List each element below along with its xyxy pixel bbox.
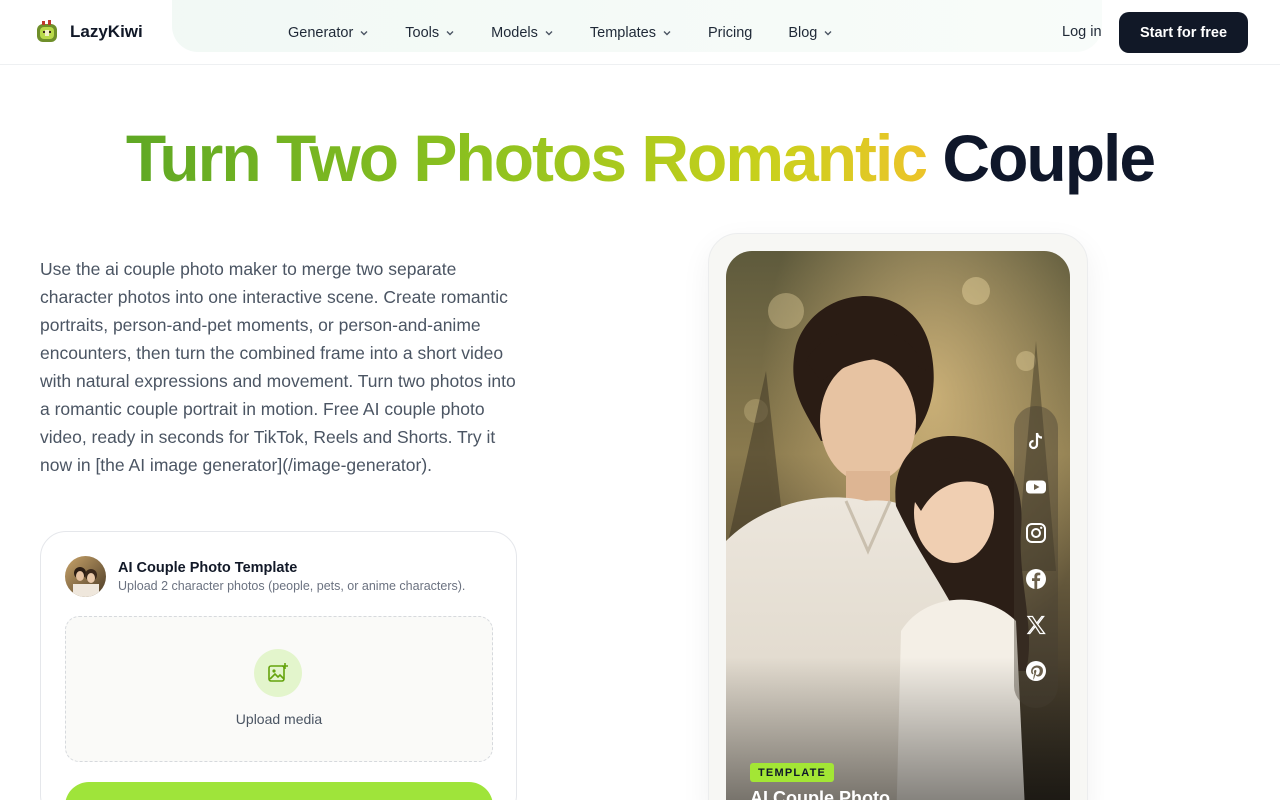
chevron-down-icon [824, 31, 832, 36]
start-free-button[interactable]: Start for free [1119, 12, 1248, 53]
upload-dropzone[interactable]: Upload media [65, 616, 493, 762]
template-badge: TEMPLATE [750, 763, 835, 782]
kiwi-logo-icon [37, 20, 57, 42]
x-icon[interactable] [1025, 614, 1047, 636]
template-card: AI Couple Photo Template Upload 2 charac… [40, 531, 517, 800]
nav-generator[interactable]: Generator [288, 22, 369, 44]
hero-description: Use the ai couple photo maker to merge t… [40, 259, 516, 475]
chevron-down-icon [446, 31, 454, 36]
main-nav: Generator Tools Models Templates Pricing… [288, 22, 869, 44]
pinterest-icon[interactable] [1025, 660, 1047, 682]
image-upload-icon [254, 649, 302, 697]
nav-tools-label: Tools [405, 25, 440, 41]
brand-name: LazyKiwi [70, 22, 143, 41]
site-header: LazyKiwi Generator Tools Models Template… [0, 0, 1280, 65]
template-avatar [65, 556, 106, 597]
youtube-icon[interactable] [1025, 476, 1047, 498]
nav-pricing[interactable]: Pricing [708, 22, 752, 44]
login-link[interactable]: Log in [1062, 24, 1102, 40]
chevron-down-icon [545, 31, 553, 36]
nav-templates-label: Templates [589, 25, 656, 41]
hero-title-dark: Couple [942, 121, 1156, 195]
facebook-icon[interactable] [1025, 568, 1047, 590]
instagram-icon[interactable] [1025, 522, 1047, 544]
nav-blog[interactable]: Blog [788, 22, 833, 44]
chevron-down-icon [360, 31, 368, 36]
generate-button[interactable] [65, 782, 493, 800]
template-title: AI Couple Photo Template [118, 560, 298, 576]
template-subtitle: Upload 2 character photos (people, pets,… [118, 579, 466, 593]
nav-templates[interactable]: Templates [590, 22, 672, 44]
tiktok-icon[interactable] [1025, 430, 1047, 452]
preview-overlay-title: AI Couple Photo [750, 788, 890, 800]
hero-title: Turn Two Photos Romantic Couple [0, 118, 1280, 198]
nav-pricing-label: Pricing [708, 25, 753, 41]
nav-generator-label: Generator [288, 25, 354, 41]
nav-tools[interactable]: Tools [405, 22, 455, 44]
social-share-bar [1014, 406, 1058, 708]
nav-blog-label: Blog [788, 25, 818, 41]
hero-title-gradient: Turn Two Photos Romantic [125, 121, 928, 195]
nav-models-label: Models [491, 25, 538, 41]
upload-label: Upload media [235, 711, 323, 727]
nav-models[interactable]: Models [491, 22, 554, 44]
brand-link[interactable]: LazyKiwi [34, 18, 143, 46]
chevron-down-icon [663, 31, 671, 36]
